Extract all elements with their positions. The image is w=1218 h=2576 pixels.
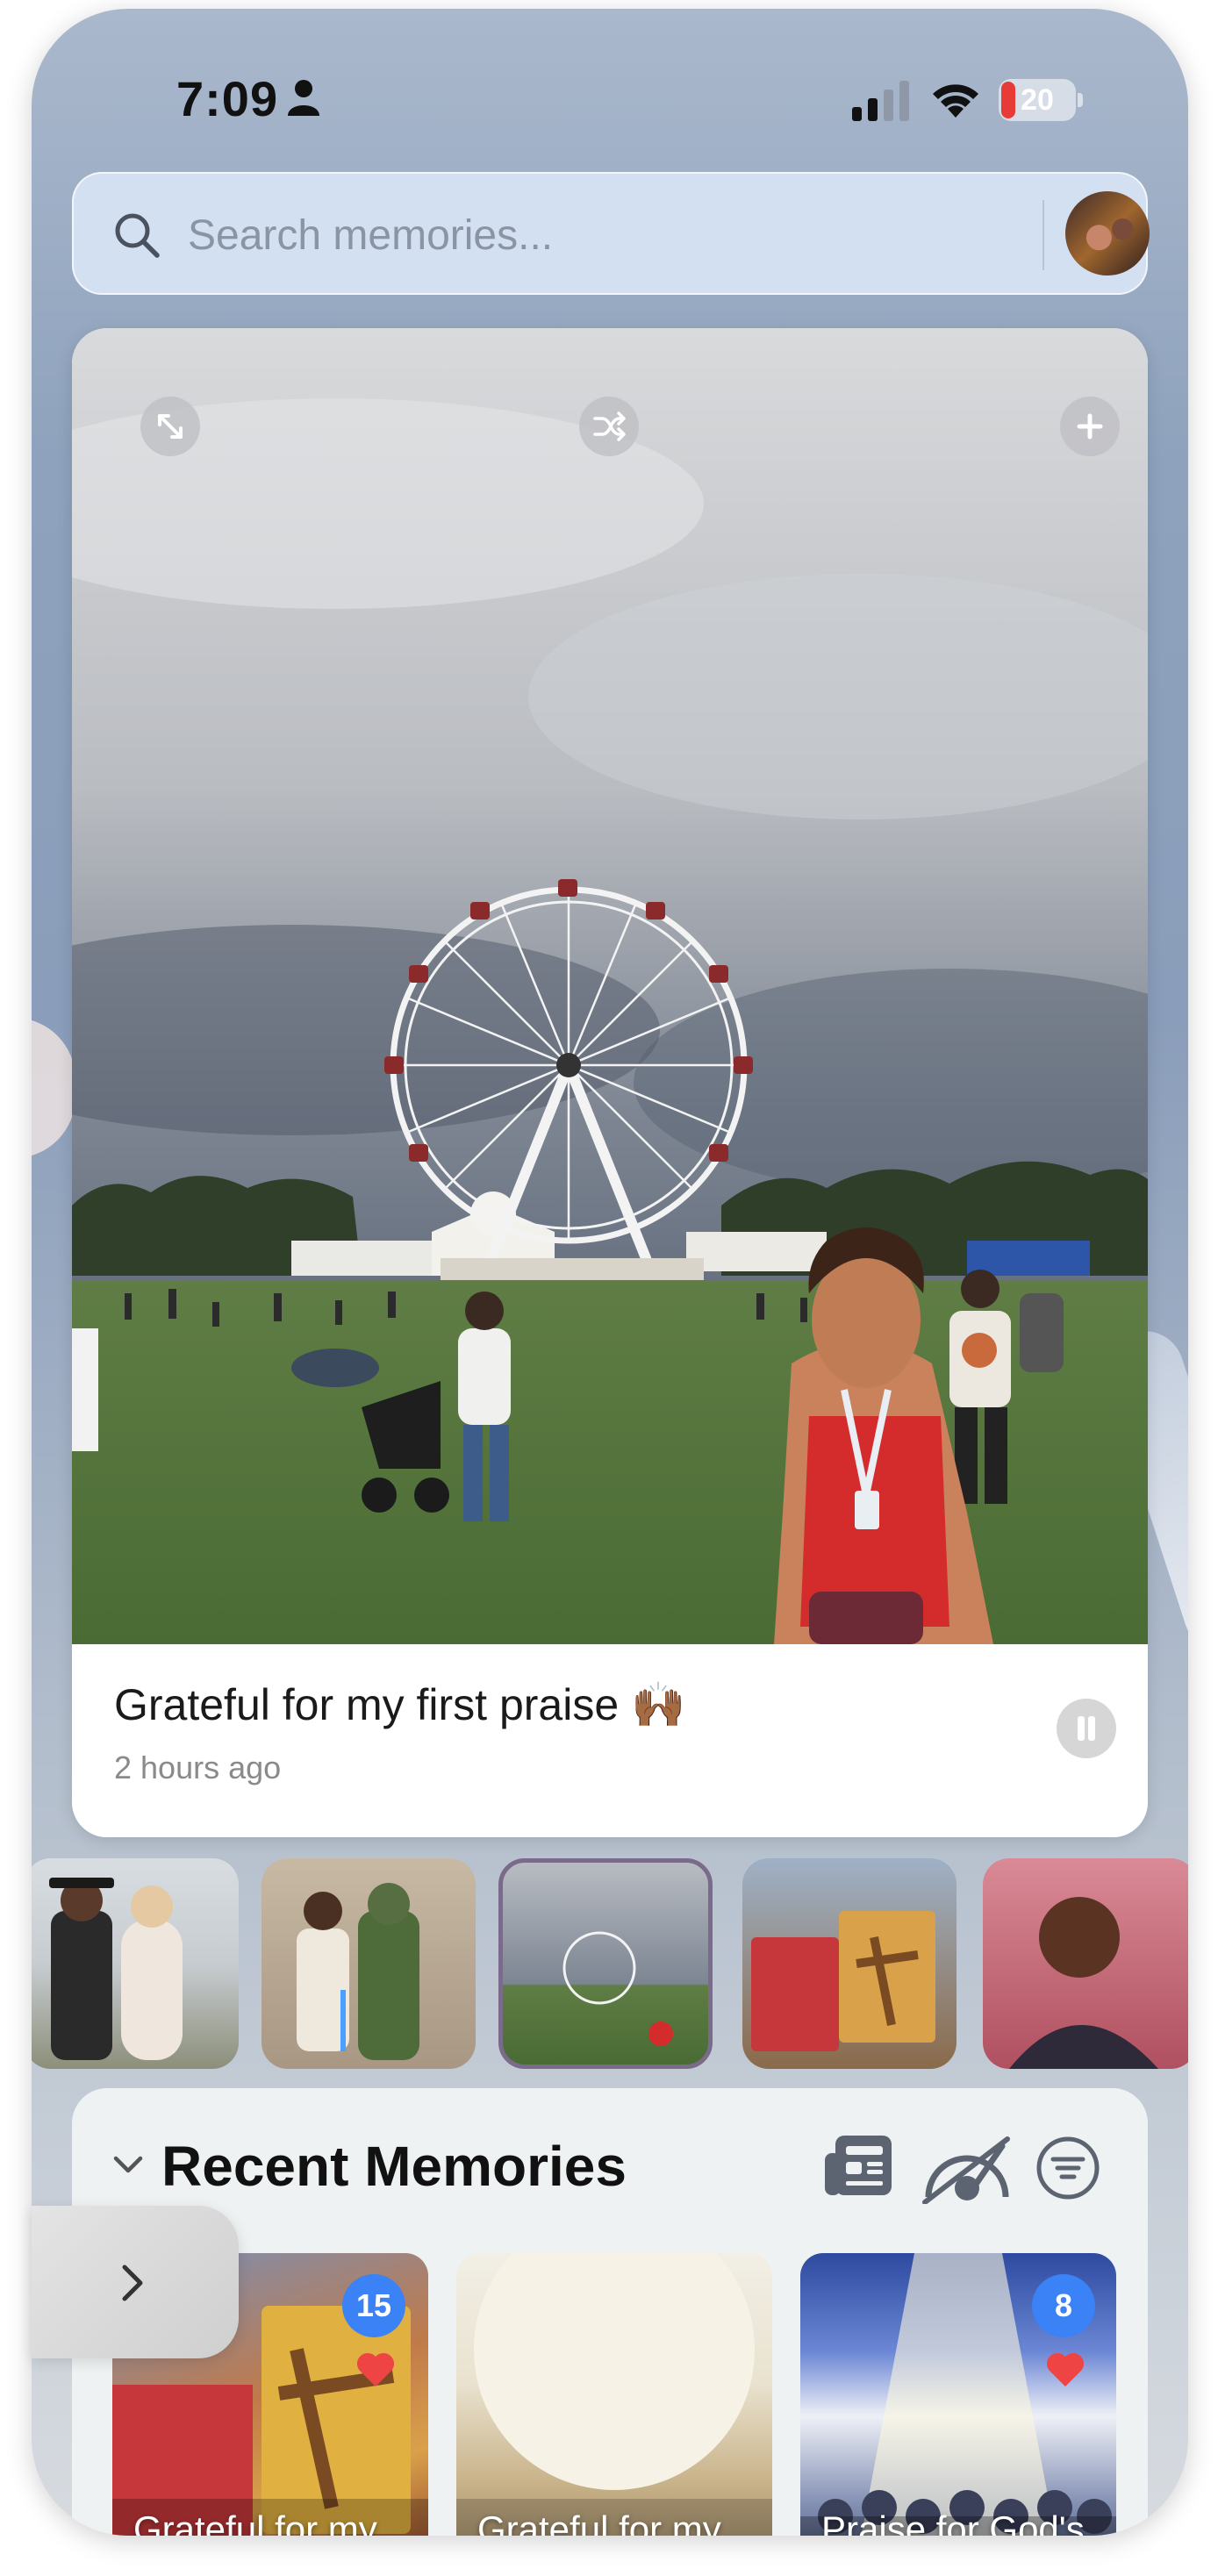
thumbnail[interactable] xyxy=(262,1858,476,2069)
search-bar xyxy=(72,172,1150,295)
thumbnail[interactable] xyxy=(983,1858,1188,2069)
pause-button[interactable] xyxy=(1057,1699,1116,1758)
expand-icon xyxy=(158,414,183,439)
featured-memory-card[interactable]: Grateful for my first praise 🙌🏾 2 hours … xyxy=(72,328,1148,1837)
memory-count-badge: 8 xyxy=(1032,2274,1095,2337)
recent-memories-heading: Recent Memories xyxy=(161,2135,627,2198)
heart-icon[interactable] xyxy=(1044,2350,1086,2388)
cellular-signal-icon xyxy=(852,81,909,121)
newspaper-icon[interactable] xyxy=(823,2130,895,2200)
featured-time-ago: 2 hours ago xyxy=(114,1750,282,1785)
thumbnail[interactable] xyxy=(32,1858,239,2069)
phone-screen: 7:09 20 Search memories... Grateful for … xyxy=(32,9,1188,2536)
memory-card[interactable]: 8 Praise for God's Abun... xyxy=(800,2253,1116,2536)
status-time: 7:09 xyxy=(176,71,279,126)
plus-icon xyxy=(1077,413,1103,440)
search-icon xyxy=(115,213,160,258)
battery-indicator: 20 xyxy=(999,79,1083,121)
memory-title: Grateful for my first prai... xyxy=(133,2508,377,2536)
thumbnail-strip[interactable] xyxy=(32,1858,1188,2069)
status-bar: 7:09 20 xyxy=(32,9,1188,175)
background-decoration xyxy=(32,1018,75,1158)
thumbnail[interactable] xyxy=(742,1858,956,2069)
person-icon xyxy=(288,80,319,116)
search-input[interactable] xyxy=(188,200,1048,270)
filter-icon[interactable] xyxy=(1035,2136,1100,2200)
featured-title: Grateful for my first praise 🙌🏾 xyxy=(114,1680,686,1729)
heart-icon[interactable] xyxy=(355,2350,397,2388)
memory-title: Grateful for my First Prai... xyxy=(477,2508,721,2536)
search-divider xyxy=(1042,200,1044,270)
profile-avatar[interactable] xyxy=(1065,191,1150,275)
memory-title: Praise for God's Abun... xyxy=(821,2508,1085,2536)
memory-card[interactable]: Grateful for my First Prai... xyxy=(456,2253,772,2536)
shuffle-button[interactable] xyxy=(579,397,639,456)
featured-photo xyxy=(72,328,1148,1644)
chevron-down-icon[interactable] xyxy=(111,2151,146,2178)
wifi-icon xyxy=(933,84,978,118)
featured-caption: Grateful for my first praise 🙌🏾 2 hours … xyxy=(72,1644,1148,1837)
chevron-right-icon xyxy=(122,2265,143,2301)
shuffle-icon xyxy=(593,411,626,441)
thumbnail-selected[interactable] xyxy=(498,1858,713,2069)
expand-button[interactable] xyxy=(140,397,200,456)
gauge-icon[interactable] xyxy=(920,2134,1014,2204)
memory-count-badge: 15 xyxy=(342,2274,405,2337)
battery-percent: 20 xyxy=(1021,83,1054,117)
add-button[interactable] xyxy=(1060,397,1120,456)
side-drawer-tab[interactable] xyxy=(32,2206,239,2358)
